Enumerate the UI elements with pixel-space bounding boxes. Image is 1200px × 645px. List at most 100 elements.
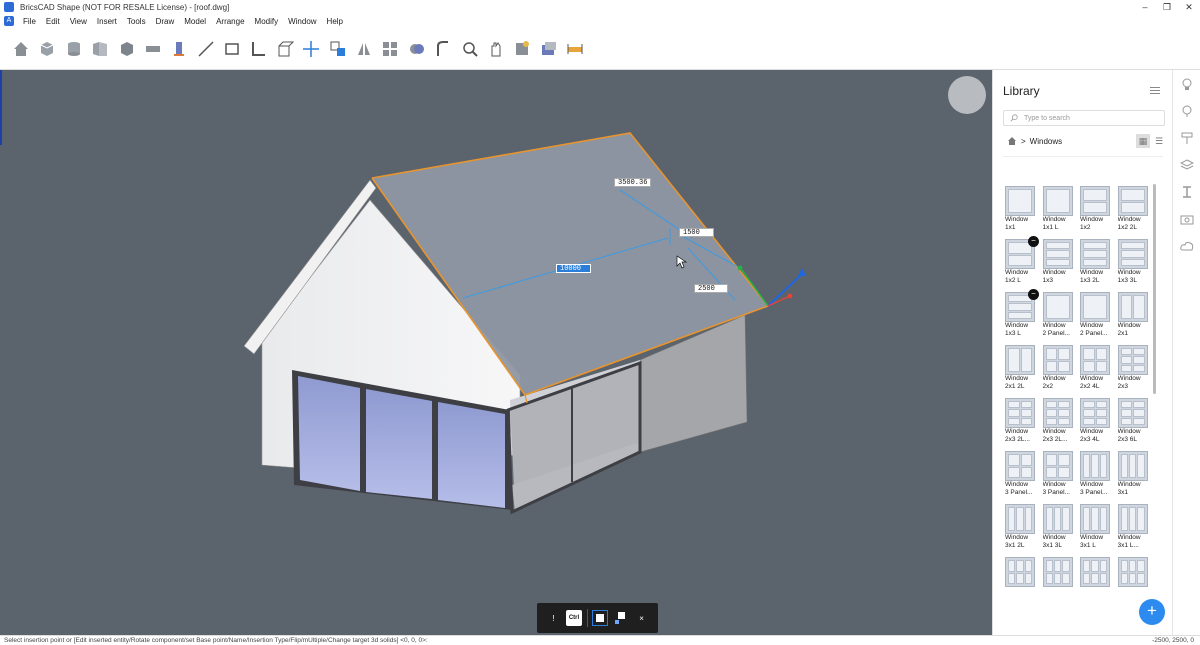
- library-item[interactable]: Window 2x3 6L: [1117, 398, 1150, 448]
- copy-tool-icon[interactable]: [327, 38, 349, 60]
- library-item[interactable]: Window 1x2: [1080, 186, 1112, 236]
- i-beam-icon[interactable]: [1173, 178, 1200, 205]
- line-tool-icon[interactable]: [195, 38, 217, 60]
- list-view-icon[interactable]: ☰: [1152, 134, 1166, 148]
- library-item[interactable]: Window 2x1 2L: [1005, 345, 1037, 395]
- menu-draw[interactable]: Draw: [156, 17, 175, 26]
- library-item[interactable]: Window 3x1 2L: [1005, 504, 1037, 554]
- array-tool-icon[interactable]: [379, 38, 401, 60]
- library-item[interactable]: Window 3 Panel...: [1005, 451, 1037, 501]
- library-item[interactable]: Window 2 Panel...: [1080, 292, 1112, 342]
- library-item[interactable]: Window 2x3: [1117, 345, 1150, 395]
- library-menu-icon[interactable]: [1150, 87, 1160, 96]
- menu-file[interactable]: File: [23, 17, 36, 26]
- item-label-line1: Window: [1005, 375, 1029, 382]
- menu-model[interactable]: Model: [184, 17, 206, 26]
- view-compass-icon[interactable]: [948, 76, 986, 114]
- window-thumbnail-icon: [1042, 292, 1073, 322]
- library-item[interactable]: Window 1x3 3L: [1117, 239, 1150, 289]
- library-item[interactable]: Window 3x1 3L: [1042, 504, 1075, 554]
- library-item[interactable]: Window 3x1 L...: [1117, 504, 1150, 554]
- cloud-icon[interactable]: [1173, 232, 1200, 259]
- minimize-button[interactable]: –: [1134, 0, 1156, 14]
- library-item[interactable]: − Window 1x2 L: [1005, 236, 1039, 289]
- menu-modify[interactable]: Modify: [255, 17, 279, 26]
- app-logo-icon[interactable]: A: [4, 16, 14, 26]
- materials-tool-icon[interactable]: [538, 38, 560, 60]
- breadcrumb-current[interactable]: Windows: [1030, 137, 1062, 146]
- lightbulb-icon[interactable]: [1173, 70, 1200, 97]
- ctrl-key-button[interactable]: Ctrl: [565, 610, 582, 626]
- library-item[interactable]: Window 2 Panel...: [1042, 292, 1075, 342]
- pan-tool-icon[interactable]: [485, 38, 507, 60]
- menu-edit[interactable]: Edit: [46, 17, 60, 26]
- dim-right-upper[interactable]: 1500: [679, 228, 714, 237]
- 3d-viewport[interactable]: 3500.36 1500 10000 2500 ! Ctrl ×: [0, 70, 992, 635]
- library-item[interactable]: [1005, 557, 1037, 596]
- library-item[interactable]: Window 2x3 4L: [1080, 398, 1112, 448]
- menu-tools[interactable]: Tools: [127, 17, 146, 26]
- slab-tool-icon[interactable]: [142, 38, 164, 60]
- library-item[interactable]: Window 2x2: [1042, 345, 1075, 395]
- polyline-tool-icon[interactable]: [248, 38, 270, 60]
- add-button[interactable]: +: [1139, 599, 1165, 625]
- box-tool-icon[interactable]: [36, 38, 58, 60]
- home-icon[interactable]: [1007, 136, 1017, 146]
- dim-active-input[interactable]: 10000: [556, 264, 591, 273]
- camera-icon[interactable]: [1173, 205, 1200, 232]
- library-item[interactable]: Window 2x3 2L...: [1005, 398, 1037, 448]
- rectangle-tool-icon[interactable]: [221, 38, 243, 60]
- menu-insert[interactable]: Insert: [97, 17, 117, 26]
- round-tool-icon[interactable]: [432, 38, 454, 60]
- library-scrollbar[interactable]: [1153, 184, 1156, 394]
- mirror-tool-icon[interactable]: [353, 38, 375, 60]
- move-tool-icon[interactable]: [300, 38, 322, 60]
- library-item[interactable]: Window 3x1 L: [1080, 504, 1112, 554]
- close-window-button[interactable]: ✕: [1178, 0, 1200, 14]
- library-item[interactable]: Window 1x1: [1005, 186, 1037, 236]
- dim-top[interactable]: 3500.36: [614, 178, 652, 187]
- info-icon[interactable]: !: [545, 610, 561, 626]
- library-item[interactable]: Window 1x3 2L: [1080, 239, 1112, 289]
- dim-right-lower[interactable]: 2500: [694, 284, 728, 293]
- item-label-line2: 1x2 2L: [1117, 224, 1138, 231]
- menu-arrange[interactable]: Arrange: [216, 17, 244, 26]
- extrude-tool-icon[interactable]: [274, 38, 296, 60]
- library-item[interactable]: Window 2x2 4L: [1080, 345, 1112, 395]
- library-item[interactable]: Window 2x3 2L...: [1042, 398, 1075, 448]
- house-model[interactable]: [0, 70, 992, 635]
- library-item[interactable]: − Window 1x3 L: [1005, 289, 1039, 342]
- measure-tool-icon[interactable]: [564, 38, 586, 60]
- library-item[interactable]: [1080, 557, 1112, 596]
- quickbar-close-button[interactable]: ×: [634, 610, 650, 626]
- library-item[interactable]: Window 3 Panel...: [1080, 451, 1112, 501]
- library-item[interactable]: Window 3x1: [1117, 451, 1150, 501]
- view-toggle: ▦ ☰: [1134, 134, 1166, 148]
- wall-tool-icon[interactable]: [89, 38, 111, 60]
- library-item[interactable]: Window 1x1 L: [1042, 186, 1075, 236]
- layers-icon[interactable]: [1173, 151, 1200, 178]
- cylinder-tool-icon[interactable]: [63, 38, 85, 60]
- library-item[interactable]: [1117, 557, 1150, 596]
- union-tool-icon[interactable]: [406, 38, 428, 60]
- column-tool-icon[interactable]: [168, 38, 190, 60]
- paint-roller-icon[interactable]: [1173, 124, 1200, 151]
- multiple-insert-button[interactable]: [613, 610, 629, 626]
- library-item[interactable]: Window 1x3: [1042, 239, 1075, 289]
- grid-view-icon[interactable]: ▦: [1136, 134, 1150, 148]
- library-item[interactable]: Window 2x1: [1117, 292, 1150, 342]
- render-tool-icon[interactable]: [511, 38, 533, 60]
- zoom-tool-icon[interactable]: [459, 38, 481, 60]
- single-insert-button[interactable]: [592, 610, 609, 626]
- menu-view[interactable]: View: [70, 17, 87, 26]
- menu-window[interactable]: Window: [288, 17, 316, 26]
- solid-tool-icon[interactable]: [116, 38, 138, 60]
- menu-help[interactable]: Help: [327, 17, 343, 26]
- library-item[interactable]: Window 3 Panel...: [1042, 451, 1075, 501]
- library-item[interactable]: [1042, 557, 1075, 596]
- bulb-outline-icon[interactable]: [1173, 97, 1200, 124]
- library-search-input[interactable]: Type to search: [1003, 110, 1165, 126]
- library-item[interactable]: Window 1x2 2L: [1117, 186, 1150, 236]
- home-tool-icon[interactable]: [10, 38, 32, 60]
- maximize-button[interactable]: ❐: [1156, 0, 1178, 14]
